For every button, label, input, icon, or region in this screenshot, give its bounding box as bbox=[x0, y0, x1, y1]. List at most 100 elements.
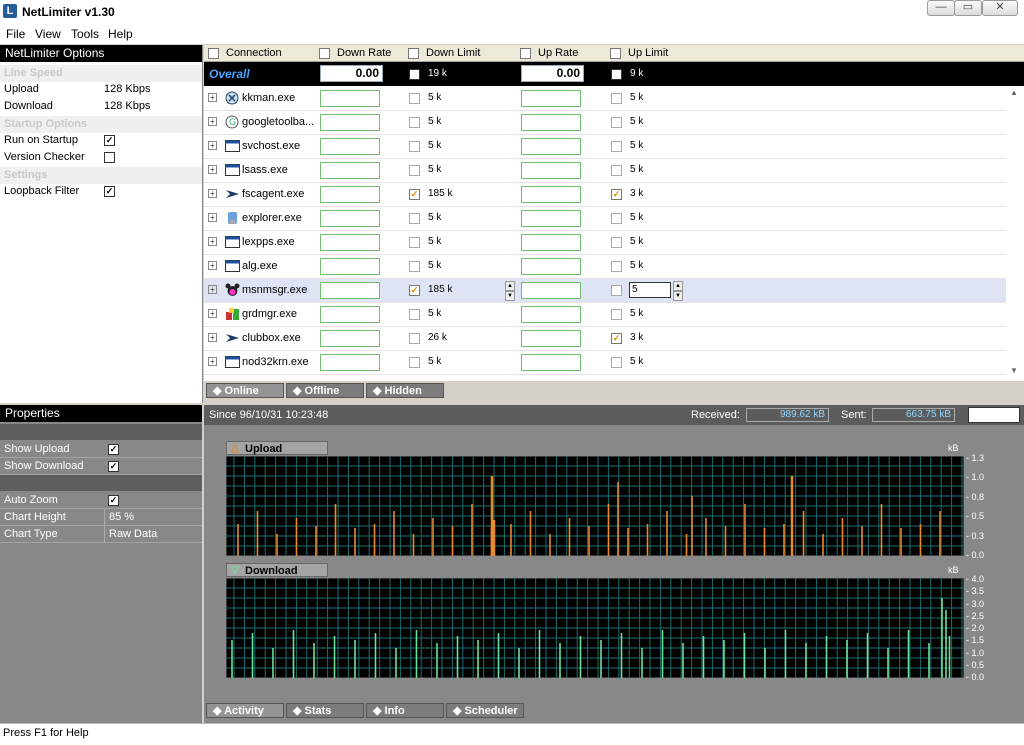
down-limit-value[interactable]: 5 k bbox=[428, 236, 441, 247]
column-down-limit[interactable]: Down Limit bbox=[408, 45, 480, 61]
tab-online[interactable]: ◆ Online bbox=[206, 383, 284, 398]
down-limit-checkbox[interactable] bbox=[409, 285, 420, 296]
table-row[interactable]: + fscagent.exe 185 k 3 k bbox=[204, 183, 1006, 207]
minimize-button[interactable]: — bbox=[927, 0, 955, 16]
down-limit-value[interactable]: 5 k bbox=[428, 212, 441, 223]
run-on-startup-checkbox[interactable] bbox=[104, 134, 115, 146]
up-limit-checkbox[interactable] bbox=[611, 213, 622, 224]
up-limit-value[interactable]: 5 k bbox=[630, 236, 643, 247]
option-value[interactable]: 128 Kbps bbox=[104, 98, 150, 115]
prop-chart-height[interactable]: Chart Height 85 % bbox=[0, 509, 202, 526]
chart-height-value[interactable]: 85 % bbox=[104, 509, 134, 525]
column-up-limit[interactable]: Up Limit bbox=[610, 45, 668, 61]
table-row[interactable]: + nod32krn.exe 5 k 5 k bbox=[204, 351, 1006, 375]
down-limit-checkbox[interactable] bbox=[409, 117, 420, 128]
down-limit-checkbox[interactable] bbox=[409, 141, 420, 152]
expand-icon[interactable]: + bbox=[208, 93, 217, 102]
up-limit-value[interactable]: 5 k bbox=[630, 116, 643, 127]
down-limit-value[interactable]: 5 k bbox=[428, 356, 441, 367]
close-button[interactable]: ✕ bbox=[982, 0, 1018, 16]
maximize-button[interactable]: ▭ bbox=[954, 0, 982, 16]
grid-scrollbar[interactable]: ▲ ▼ bbox=[1006, 86, 1022, 380]
tab-info[interactable]: ◆ Info bbox=[366, 703, 444, 718]
expand-icon[interactable]: + bbox=[208, 237, 217, 246]
column-down-rate[interactable]: Down Rate bbox=[319, 45, 391, 61]
table-row[interactable]: +msnmsgr.exe185 k▲▼5▲▼ bbox=[204, 279, 1006, 303]
down-limit-checkbox[interactable] bbox=[409, 357, 420, 368]
scroll-down-icon[interactable]: ▼ bbox=[1010, 366, 1018, 375]
tab-offline[interactable]: ◆ Offline bbox=[286, 383, 364, 398]
down-limit-value[interactable]: 5 k bbox=[428, 260, 441, 271]
overall-row[interactable]: Overall 0.00 19 k 0.00 9 k bbox=[204, 62, 1024, 86]
up-limit-value[interactable]: 5 k bbox=[630, 308, 643, 319]
down-limit-value[interactable]: 5 k bbox=[428, 116, 441, 127]
up-limit-checkbox[interactable] bbox=[611, 93, 622, 104]
up-limit-value[interactable]: 5 k bbox=[630, 212, 643, 223]
option-version-checker[interactable]: Version Checker bbox=[0, 149, 202, 166]
down-limit-checkbox[interactable] bbox=[409, 237, 420, 248]
up-limit-value[interactable]: 5 k bbox=[630, 164, 643, 175]
option-value[interactable]: 128 Kbps bbox=[104, 81, 150, 98]
expand-icon[interactable]: + bbox=[208, 261, 217, 270]
table-row[interactable]: + lexpps.exe 5 k 5 k bbox=[204, 231, 1006, 255]
tab-hidden[interactable]: ◆ Hidden bbox=[366, 383, 444, 398]
up-limit-checkbox[interactable] bbox=[611, 285, 622, 296]
up-limit-checkbox[interactable] bbox=[611, 237, 622, 248]
down-limit-value[interactable]: 5 k bbox=[428, 308, 441, 319]
menu-tools[interactable]: Tools bbox=[71, 27, 99, 41]
up-limit-value[interactable]: 3 k bbox=[630, 188, 643, 199]
option-run-on-startup[interactable]: Run on Startup bbox=[0, 132, 202, 149]
up-limit-checkbox[interactable] bbox=[611, 189, 622, 200]
overall-up-limit-checkbox[interactable] bbox=[611, 69, 622, 80]
up-limit-value[interactable]: 5 k bbox=[630, 260, 643, 271]
table-row[interactable]: + explorer.exe 5 k 5 k bbox=[204, 207, 1006, 231]
column-connection[interactable]: Connection bbox=[208, 45, 282, 61]
auto-zoom-checkbox[interactable] bbox=[108, 494, 119, 506]
expand-icon[interactable]: + bbox=[208, 189, 217, 198]
up-limit-checkbox[interactable] bbox=[611, 333, 622, 344]
expand-icon[interactable]: + bbox=[208, 357, 217, 366]
column-up-rate[interactable]: Up Rate bbox=[520, 45, 578, 61]
reset-button[interactable]: Reset bbox=[968, 407, 1020, 423]
table-row[interactable]: + grdmgr.exe 5 k 5 k bbox=[204, 303, 1006, 327]
table-row[interactable]: + Ggoogletoolba... 5 k 5 k bbox=[204, 111, 1006, 135]
expand-icon[interactable]: + bbox=[208, 213, 217, 222]
menu-help[interactable]: Help bbox=[108, 27, 133, 41]
expand-icon[interactable]: + bbox=[208, 141, 217, 150]
tab-stats[interactable]: ◆ Stats bbox=[286, 703, 364, 718]
down-limit-checkbox[interactable] bbox=[409, 213, 420, 224]
option-loopback-filter[interactable]: Loopback Filter bbox=[0, 183, 202, 200]
down-limit-checkbox[interactable] bbox=[409, 165, 420, 176]
up-limit-value[interactable]: 5 k bbox=[630, 140, 643, 151]
overall-down-limit-checkbox[interactable] bbox=[409, 69, 420, 80]
down-limit-value[interactable]: 5 k bbox=[428, 164, 441, 175]
down-limit-value[interactable]: 26 k bbox=[428, 332, 447, 343]
up-limit-value[interactable]: 5 k bbox=[630, 92, 643, 103]
table-row[interactable]: + clubbox.exe 26 k 3 k bbox=[204, 327, 1006, 351]
expand-icon[interactable]: + bbox=[208, 309, 217, 318]
up-limit-value[interactable]: 3 k bbox=[630, 332, 643, 343]
down-limit-checkbox[interactable] bbox=[409, 261, 420, 272]
up-limit-checkbox[interactable] bbox=[611, 309, 622, 320]
up-limit-value[interactable]: 5 k bbox=[630, 356, 643, 367]
table-row[interactable]: + alg.exe 5 k 5 k bbox=[204, 255, 1006, 279]
table-row[interactable]: + svchost.exe 5 k 5 k bbox=[204, 135, 1006, 159]
down-limit-value[interactable]: 185 k bbox=[428, 188, 452, 199]
table-row[interactable]: + kkman.exe 5 k 5 k bbox=[204, 87, 1006, 111]
menu-view[interactable]: View bbox=[35, 27, 61, 41]
up-limit-checkbox[interactable] bbox=[611, 117, 622, 128]
menu-file[interactable]: File bbox=[6, 27, 25, 41]
up-limit-checkbox[interactable] bbox=[611, 141, 622, 152]
down-limit-checkbox[interactable] bbox=[409, 93, 420, 104]
tab-scheduler[interactable]: ◆ Scheduler bbox=[446, 703, 524, 718]
expand-icon[interactable]: + bbox=[208, 165, 217, 174]
down-limit-checkbox[interactable] bbox=[409, 333, 420, 344]
down-limit-value[interactable]: 5 k bbox=[428, 92, 441, 103]
down-limit-value[interactable]: 5 k bbox=[428, 140, 441, 151]
down-limit-spinner[interactable]: ▲ ▼ bbox=[505, 281, 515, 301]
version-checker-checkbox[interactable] bbox=[104, 151, 115, 163]
show-download-checkbox[interactable] bbox=[108, 460, 119, 472]
show-upload-checkbox[interactable] bbox=[108, 443, 119, 455]
scroll-up-icon[interactable]: ▲ bbox=[1010, 88, 1018, 97]
expand-icon[interactable]: + bbox=[208, 117, 217, 126]
